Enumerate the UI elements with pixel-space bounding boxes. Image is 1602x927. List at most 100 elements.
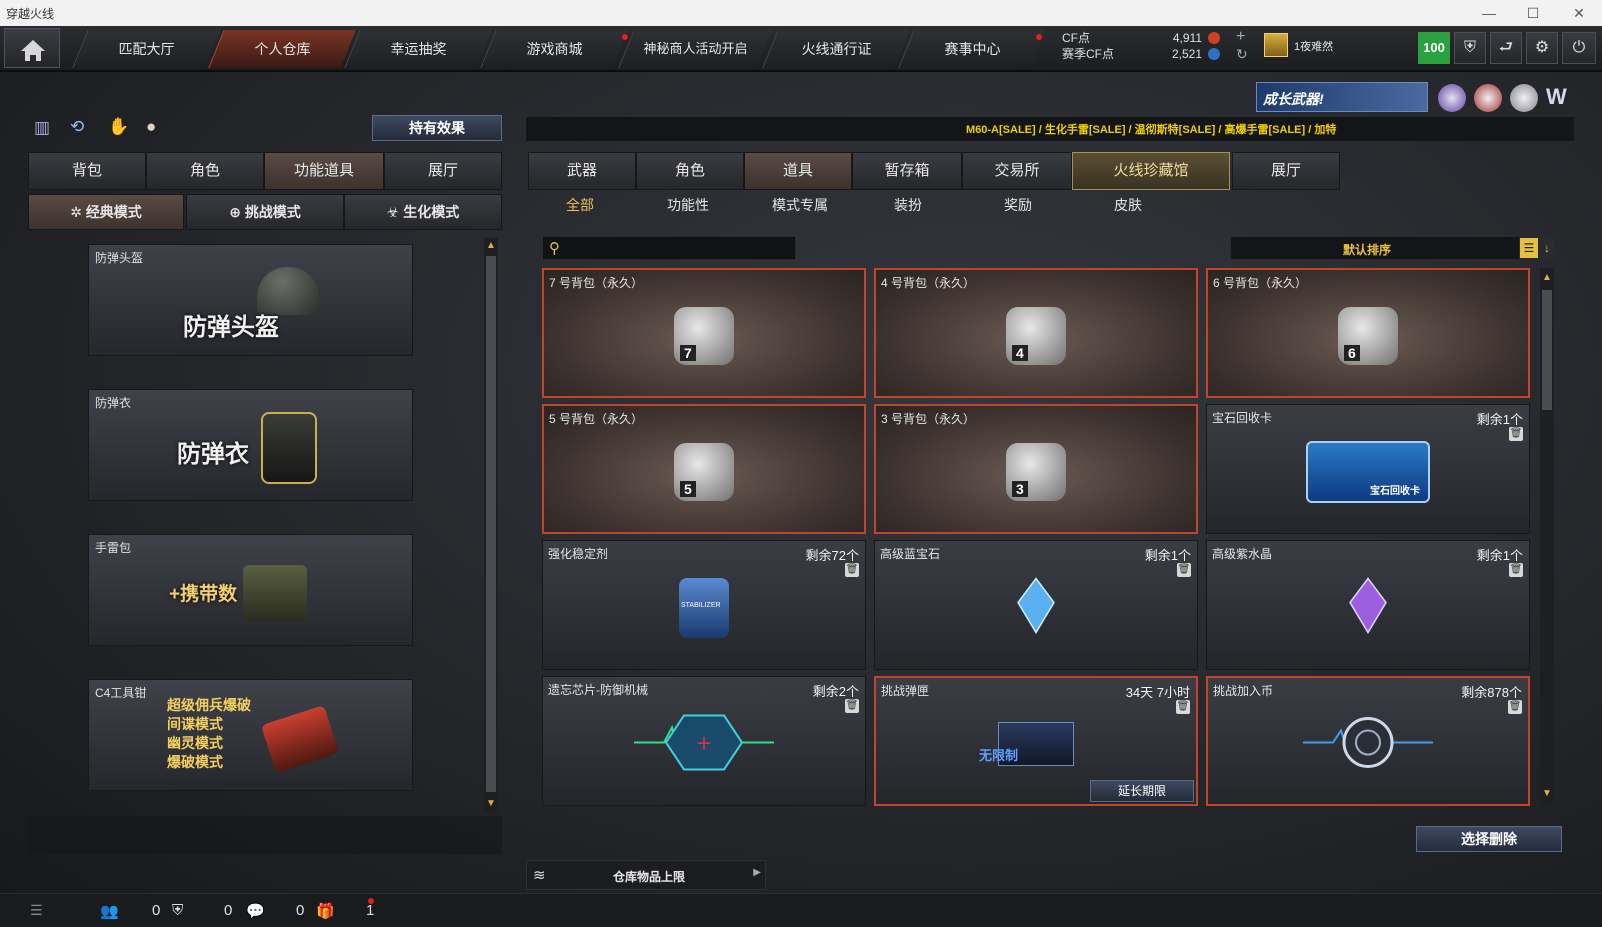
- gift-count: 1: [366, 902, 375, 919]
- shield-button[interactable]: ⛨: [1454, 32, 1486, 64]
- ranking-icon[interactable]: ▥: [34, 118, 56, 140]
- home-button[interactable]: [4, 28, 60, 68]
- grenade-pack-icon: [243, 565, 307, 621]
- hand-icon[interactable]: ✋: [108, 117, 130, 139]
- subtab-appearance[interactable]: 装扮: [868, 195, 948, 217]
- tab-backpack[interactable]: 背包: [28, 152, 146, 190]
- item-card-bag-5[interactable]: 5 号背包（永久） 5: [542, 404, 866, 534]
- search-input[interactable]: [571, 239, 791, 257]
- tab-temp-box[interactable]: 暂存箱: [852, 152, 962, 190]
- tab-showroom[interactable]: 展厅: [384, 152, 502, 190]
- tab-character[interactable]: 角色: [146, 152, 264, 190]
- item-card-bag-7[interactable]: 7 号背包（永久） 7: [542, 268, 866, 398]
- mode-classic[interactable]: ✲ 经典模式: [28, 194, 184, 230]
- friends-icon[interactable]: 👥: [100, 902, 119, 920]
- chat-count: 0: [296, 902, 305, 919]
- c4-pliers-icon: [260, 705, 340, 773]
- select-delete-button[interactable]: 选择删除: [1416, 826, 1562, 852]
- subtab-skins[interactable]: 皮肤: [1088, 195, 1168, 217]
- power-icon: ⏻: [1572, 39, 1586, 56]
- recycle-icon[interactable]: ⟲: [70, 117, 92, 139]
- tab-match-hall[interactable]: 匹配大厅: [72, 30, 220, 68]
- scroll-down-icon[interactable]: ▼: [485, 798, 497, 810]
- scroll-thumb[interactable]: [486, 256, 496, 792]
- trash-icon[interactable]: 🗑: [1509, 427, 1523, 441]
- sort-dropdown[interactable]: 默认排序: [1230, 236, 1520, 260]
- item-card-gem-recycle[interactable]: 宝石回收卡 剩余1个 🗑 宝石回收卡: [1206, 404, 1530, 534]
- trash-icon[interactable]: 🗑: [1176, 700, 1190, 714]
- tab-exchange[interactable]: 交易所: [962, 152, 1072, 190]
- gift-icon[interactable]: 🎁: [316, 902, 335, 920]
- tab-personal-storage[interactable]: 个人仓库: [208, 30, 356, 68]
- maximize-button[interactable]: ☐: [1510, 0, 1556, 26]
- tab-collection-hall[interactable]: 火线珍藏馆: [1072, 152, 1230, 190]
- close-button[interactable]: ✕: [1556, 0, 1602, 26]
- tab-event-center[interactable]: 赛事中心: [898, 30, 1046, 68]
- backpack-icon: 5: [674, 442, 734, 501]
- item-card-challenge-coin[interactable]: 挑战加入币 剩余878个 🗑: [1206, 676, 1530, 806]
- mode-biochemical[interactable]: ☣ 生化模式: [344, 194, 502, 230]
- sort-direction-icon[interactable]: ↓: [1540, 238, 1554, 258]
- refresh-points-button[interactable]: ↻: [1236, 46, 1248, 63]
- item-card-blue-sapphire[interactable]: 高级蓝宝石 剩余1个 🗑: [874, 540, 1198, 670]
- badge-v-icon[interactable]: [1438, 84, 1466, 112]
- subtab-functional[interactable]: 功能性: [648, 195, 728, 217]
- trash-icon[interactable]: 🗑: [1177, 563, 1191, 577]
- globe-icon[interactable]: [1474, 84, 1502, 112]
- item-card-grenade-pack[interactable]: 手雷包 +携带数: [88, 534, 413, 646]
- w-logo-icon[interactable]: W: [1546, 84, 1574, 112]
- scroll-up-icon[interactable]: ▲: [485, 240, 497, 252]
- item-card-memory-chip[interactable]: 遗忘芯片-防御机械 剩余2个 🗑 +: [542, 676, 866, 806]
- item-card-stabilizer[interactable]: 强化稳定剂 剩余72个 🗑 STABILIZER: [542, 540, 866, 670]
- add-points-button[interactable]: +: [1236, 28, 1245, 46]
- storage-capacity-bar[interactable]: ≋ 仓库物品上限 ▶: [526, 860, 766, 890]
- item-card-helmet[interactable]: 防弹头盔 防弹头盔: [88, 244, 413, 356]
- trash-icon[interactable]: 🗑: [1509, 563, 1523, 577]
- extend-duration-button[interactable]: 延长期限: [1090, 780, 1194, 802]
- grenade-icon[interactable]: ●: [146, 117, 168, 139]
- tab-battle-pass[interactable]: 火线通行证: [762, 30, 910, 68]
- item-card-body-armor[interactable]: 防弹衣 防弹衣: [88, 389, 413, 501]
- level-badge[interactable]: 100: [1418, 32, 1450, 64]
- settings-button[interactable]: ⚙: [1526, 32, 1558, 64]
- backpack-icon: 7: [674, 306, 734, 365]
- trash-icon[interactable]: 🗑: [845, 699, 859, 713]
- trash-icon[interactable]: 🗑: [1508, 700, 1522, 714]
- left-scrollbar[interactable]: ▲ ▼: [484, 238, 498, 812]
- item-card-bag-3[interactable]: 3 号背包（永久） 3: [874, 404, 1198, 534]
- clan-shield-icon[interactable]: ⛨: [172, 902, 183, 919]
- tab-weapons[interactable]: 武器: [528, 152, 636, 190]
- chat-bubble-icon[interactable]: 💬: [246, 902, 265, 920]
- power-button[interactable]: ⏻: [1562, 32, 1596, 64]
- held-effects-button[interactable]: 持有效果: [372, 115, 502, 141]
- emblem-icon[interactable]: [1510, 84, 1538, 112]
- menu-list-icon[interactable]: ☰: [30, 902, 43, 919]
- item-grid-scrollbar[interactable]: ▲ ▼: [1540, 268, 1554, 806]
- mode-challenge[interactable]: ⊕ 挑战模式: [186, 194, 344, 230]
- tab-items[interactable]: 道具: [744, 152, 852, 190]
- item-card-bag-4[interactable]: 4 号背包（永久） 4: [874, 268, 1198, 398]
- item-card-challenge-magazine[interactable]: 挑战弹匣 34天 7小时 🗑 无限制 延长期限: [874, 676, 1198, 806]
- subtab-mode-exclusive[interactable]: 模式专属: [758, 195, 842, 217]
- growth-weapon-banner[interactable]: 成长武器!: [1256, 82, 1428, 112]
- ammo-box-icon: 无限制: [979, 721, 1074, 766]
- tab-functional-items[interactable]: 功能道具: [264, 152, 384, 190]
- tab-roles[interactable]: 角色: [636, 152, 744, 190]
- subtab-rewards[interactable]: 奖励: [978, 195, 1058, 217]
- minimize-button[interactable]: —: [1466, 0, 1512, 26]
- item-card-bag-6[interactable]: 6 号背包（永久） 6: [1206, 268, 1530, 398]
- tab-game-shop[interactable]: 游戏商城: [480, 30, 628, 68]
- tab-lucky-draw[interactable]: 幸运抽奖: [344, 30, 492, 68]
- item-card-c4-pliers[interactable]: C4工具钳 超级佣兵爆破 间谍模式 幽灵模式 爆破模式: [88, 679, 413, 791]
- search-box[interactable]: ⚲: [542, 236, 796, 260]
- trash-icon[interactable]: 🗑: [845, 563, 859, 577]
- item-card-purple-crystal[interactable]: 高级紫水晶 剩余1个 🗑: [1206, 540, 1530, 670]
- exit-button[interactable]: ⮐: [1490, 32, 1522, 64]
- tab-gallery[interactable]: 展厅: [1232, 152, 1340, 190]
- subtab-all[interactable]: 全部: [540, 195, 620, 217]
- scroll-thumb[interactable]: [1542, 290, 1552, 410]
- scroll-up-icon[interactable]: ▲: [1541, 272, 1553, 284]
- tab-mystery-merchant[interactable]: 神秘商人活动开启: [618, 30, 772, 68]
- scroll-down-icon[interactable]: ▼: [1541, 788, 1553, 800]
- sort-list-icon[interactable]: ☰: [1520, 238, 1538, 258]
